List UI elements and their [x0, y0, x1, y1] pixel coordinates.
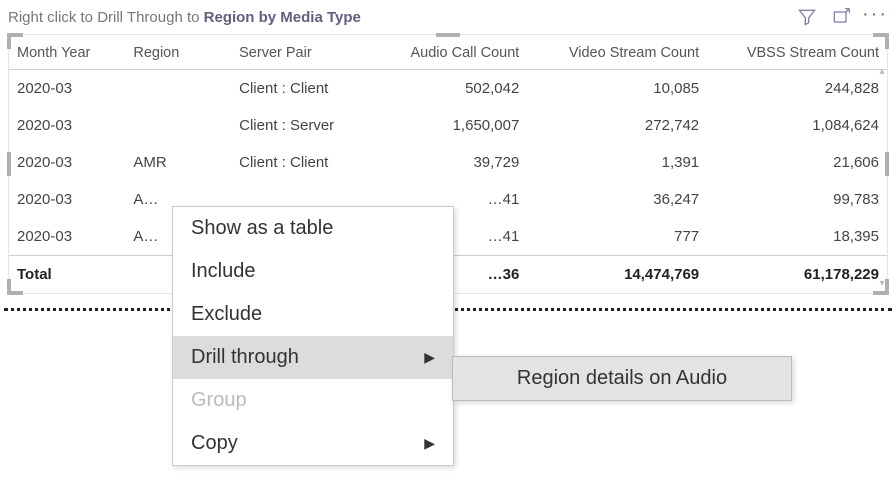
drill-submenu: Region details on Audio — [452, 356, 792, 401]
drill-hint: Right click to Drill Through to Region b… — [8, 9, 786, 26]
resize-handle-tl[interactable] — [7, 33, 23, 49]
cell-server: Client : Client — [231, 70, 379, 108]
cell-video: 36,247 — [527, 181, 707, 218]
cell-region — [125, 107, 231, 144]
resize-handle-left[interactable] — [7, 152, 11, 176]
col-vbss[interactable]: VBSS Stream Count — [707, 35, 887, 70]
chevron-right-icon: ▶ — [424, 435, 435, 452]
resize-handle-tr[interactable] — [873, 33, 889, 49]
table-row[interactable]: 2020-03 Client : Client502,04210,085244,8… — [9, 70, 887, 108]
cell-video: 1,391 — [527, 144, 707, 181]
cell-region — [125, 70, 231, 108]
cell-video: 777 — [527, 218, 707, 256]
menu-drill-through[interactable]: Drill through▶ — [173, 336, 453, 379]
cell-vbss: 18,395 — [707, 218, 887, 256]
submenu-region-details-audio[interactable]: Region details on Audio — [453, 357, 791, 400]
cell-vbss: 99,783 — [707, 181, 887, 218]
cell-vbss: 1,084,624 — [707, 107, 887, 144]
menu-show-as-table[interactable]: Show as a table — [173, 207, 453, 250]
cell-audio: 39,729 — [379, 144, 527, 181]
cell-total-vbss: 61,178,229 — [707, 256, 887, 294]
drill-hint-target: Region by Media Type — [204, 9, 361, 26]
cell-audio: 502,042 — [379, 70, 527, 108]
filter-icon[interactable] — [794, 4, 820, 30]
vertical-scrollbar[interactable]: ▴ ▾ — [879, 67, 885, 289]
cell-audio: 1,650,007 — [379, 107, 527, 144]
cell-vbss: 244,828 — [707, 70, 887, 108]
resize-handle-top[interactable] — [436, 33, 460, 37]
cell-month: 2020-03 — [9, 181, 125, 218]
resize-handle-right[interactable] — [885, 152, 889, 176]
cell-region: AMR — [125, 144, 231, 181]
menu-copy[interactable]: Copy▶ — [173, 422, 453, 465]
cell-month: 2020-03 — [9, 144, 125, 181]
more-options-icon[interactable]: ··· — [862, 4, 888, 30]
drill-hint-prefix: Right click to Drill Through to — [8, 9, 204, 26]
table-header-row: Month Year Region Server Pair Audio Call… — [9, 35, 887, 70]
col-server[interactable]: Server Pair — [231, 35, 379, 70]
menu-group: Group — [173, 379, 453, 422]
context-menu: Show as a table Include Exclude Drill th… — [172, 206, 454, 466]
menu-include[interactable]: Include — [173, 250, 453, 293]
col-region[interactable]: Region — [125, 35, 231, 70]
chevron-right-icon: ▶ — [424, 349, 435, 366]
cell-video: 272,742 — [527, 107, 707, 144]
col-video[interactable]: Video Stream Count — [527, 35, 707, 70]
cell-month: 2020-03 — [9, 70, 125, 108]
table-row[interactable]: 2020-03AMRClient : Client39,7291,39121,6… — [9, 144, 887, 181]
table-row[interactable]: 2020-03 Client : Server1,650,007272,7421,… — [9, 107, 887, 144]
cell-total-video: 14,474,769 — [527, 256, 707, 294]
cell-video: 10,085 — [527, 70, 707, 108]
scroll-down-icon[interactable]: ▾ — [879, 279, 885, 289]
col-audio[interactable]: Audio Call Count — [379, 35, 527, 70]
visual-header: Right click to Drill Through to Region b… — [0, 0, 896, 34]
cell-month: 2020-03 — [9, 107, 125, 144]
scroll-up-icon[interactable]: ▴ — [879, 67, 885, 77]
cell-server: Client : Client — [231, 144, 379, 181]
resize-handle-bl[interactable] — [7, 279, 23, 295]
cell-vbss: 21,606 — [707, 144, 887, 181]
col-month[interactable]: Month Year — [9, 35, 125, 70]
cell-month: 2020-03 — [9, 218, 125, 256]
menu-exclude[interactable]: Exclude — [173, 293, 453, 336]
focus-mode-icon[interactable] — [828, 4, 854, 30]
cell-server: Client : Server — [231, 107, 379, 144]
cell-total-label: Total — [9, 256, 125, 294]
